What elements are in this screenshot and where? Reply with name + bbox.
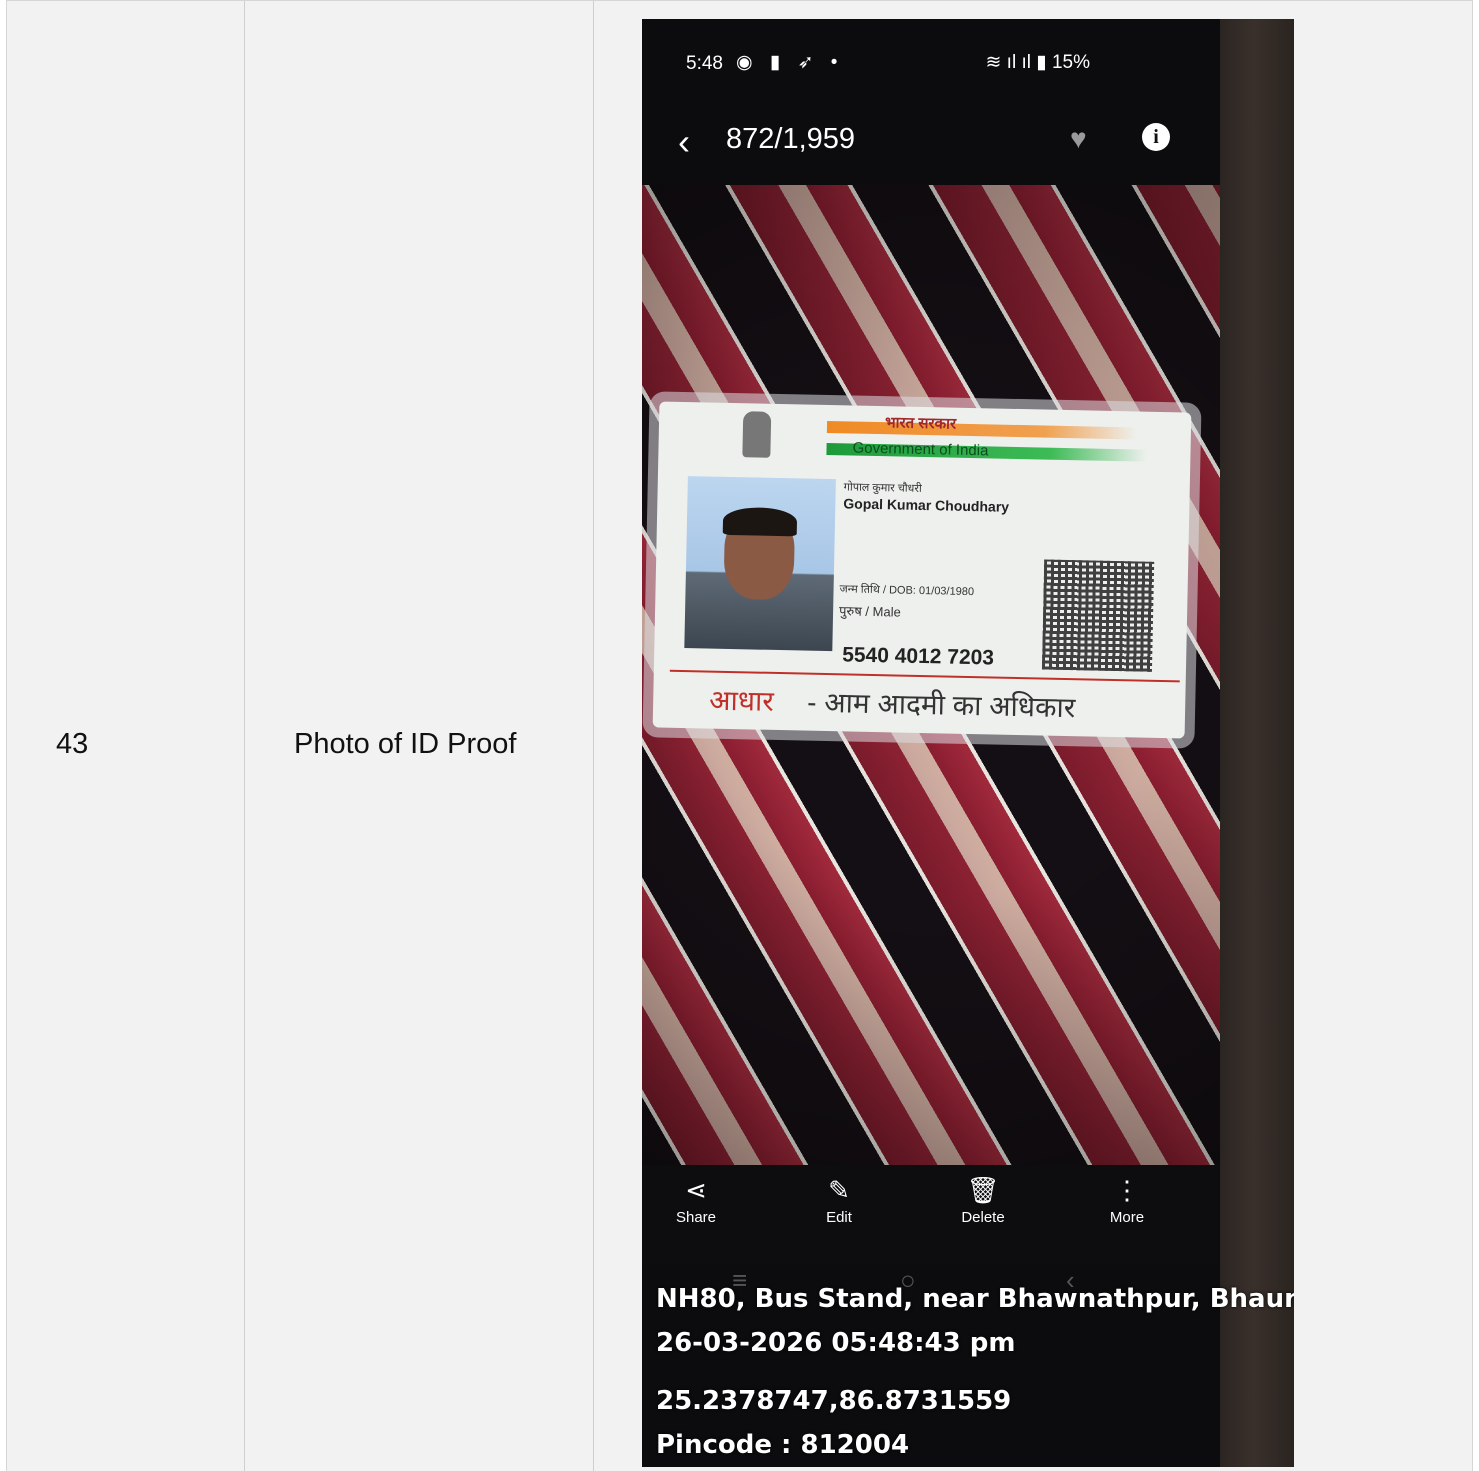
geotag-address: NH80, Bus Stand, near Bhawnathpur, Bhaun… xyxy=(656,1284,1294,1314)
notification-icons: ◉ ▮ ➶ • xyxy=(736,52,844,73)
edit-button[interactable]: ✎ Edit xyxy=(799,1175,879,1226)
gender: पुरुष / Male xyxy=(838,603,901,620)
tagline-brand: आधार xyxy=(708,684,775,717)
geotag-datetime: 26-03-2026 05:48:43 pm xyxy=(656,1328,1016,1358)
delete-button[interactable]: 🗑 Delete xyxy=(943,1175,1023,1226)
geotag-overlay: NH80, Bus Stand, near Bhawnathpur, Bhaun… xyxy=(656,1277,1294,1467)
back-icon[interactable]: ‹ xyxy=(678,121,690,163)
aadhaar-number: 5540 4012 7203 xyxy=(841,643,995,670)
wifi-signal-icon: ≋ ıl ıl ▮ xyxy=(985,52,1052,73)
tagline: - आम आदमी का अधिकार xyxy=(806,686,1076,724)
more-vertical-icon: ⋮ xyxy=(1114,1175,1140,1205)
qr-code xyxy=(1041,559,1155,672)
header-hindi: भारत सरकार xyxy=(884,414,957,433)
heart-icon[interactable]: ♥ xyxy=(1070,123,1087,155)
phone-frame xyxy=(1220,19,1294,1467)
holder-name: Gopal Kumar Choudhary xyxy=(843,495,1010,515)
saffron-stripe xyxy=(826,420,1138,440)
info-icon[interactable]: i xyxy=(1142,123,1170,151)
pencil-icon: ✎ xyxy=(828,1175,850,1205)
aadhaar-card: भारत सरकार Government of India गोपाल कुम… xyxy=(652,401,1192,739)
share-icon: ⋖ xyxy=(685,1175,707,1205)
id-proof-photo: 5:48 ◉ ▮ ➶ • ≋ ıl ıl ▮ 15% ‹ 872/1,959 ♥… xyxy=(642,19,1294,1467)
gallery-action-bar: ⋖ Share ✎ Edit 🗑 Delete ⋮ More xyxy=(642,1165,1220,1265)
row-number: 43 xyxy=(56,728,89,760)
geotag-pincode: Pincode : 812004 xyxy=(656,1430,910,1460)
row-label: Photo of ID Proof xyxy=(294,728,517,760)
holder-photo xyxy=(684,476,836,652)
battery-level: 15% xyxy=(1051,52,1090,73)
trash-icon: 🗑 xyxy=(966,1175,1000,1205)
column-divider xyxy=(593,1,594,1471)
status-time: 5:48 xyxy=(686,53,723,74)
photo-counter: 872/1,959 xyxy=(726,123,856,155)
share-button[interactable]: ⋖ Share xyxy=(656,1175,736,1226)
national-emblem-icon xyxy=(742,411,772,458)
phone-screen: 5:48 ◉ ▮ ➶ • ≋ ıl ıl ▮ 15% ‹ 872/1,959 ♥… xyxy=(642,19,1220,1467)
header-english: Government of India xyxy=(852,439,989,460)
signal-battery: ≋ ıl ıl ▮ 15% xyxy=(985,51,1090,74)
geotag-coordinates: 25.2378747,86.8731559 xyxy=(656,1386,1012,1416)
holder-name-hindi: गोपाल कुमार चौधरी xyxy=(843,481,922,495)
date-of-birth: जन्म तिथि / DOB: 01/03/1980 xyxy=(839,583,975,599)
column-divider xyxy=(244,1,245,1471)
status-bar: 5:48 ◉ ▮ ➶ • ≋ ıl ıl ▮ 15% xyxy=(642,19,1220,109)
more-button[interactable]: ⋮ More xyxy=(1087,1175,1167,1226)
gallery-header: ‹ 872/1,959 ♥ i xyxy=(642,109,1220,185)
